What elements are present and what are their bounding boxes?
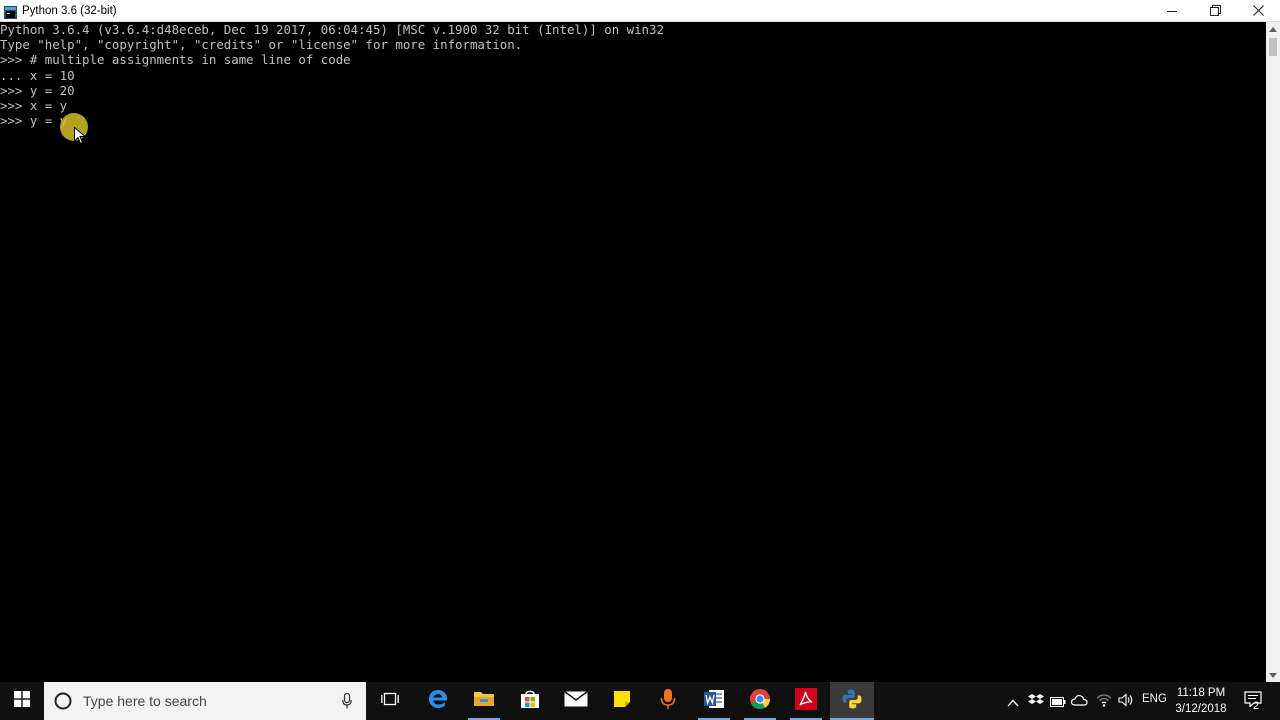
scrollbar-thumb[interactable] bbox=[1269, 38, 1277, 56]
cortana-circle-icon bbox=[54, 692, 72, 714]
python-taskbar-button[interactable] bbox=[830, 682, 874, 720]
clock-date: 3/12/2018 bbox=[1175, 703, 1227, 715]
console-line: >>> y = 20 bbox=[0, 82, 75, 98]
window-title-bar[interactable]: Python 3.6 (32-bit) bbox=[0, 0, 1280, 22]
wifi-icon bbox=[1096, 692, 1112, 711]
chevron-up-icon bbox=[1007, 692, 1019, 711]
scroll-up-arrow-icon[interactable] bbox=[1266, 22, 1280, 36]
tray-app-icon-button[interactable] bbox=[1026, 682, 1046, 720]
clock-time: 11:18 PM bbox=[1176, 687, 1226, 699]
onedrive-sync-icon bbox=[1070, 692, 1089, 711]
chrome-taskbar-button[interactable] bbox=[738, 682, 782, 720]
word-taskbar-button[interactable] bbox=[692, 682, 736, 720]
chrome-icon bbox=[749, 688, 771, 714]
network-button[interactable] bbox=[1094, 682, 1114, 720]
minimize-button[interactable] bbox=[1150, 0, 1194, 21]
console-line: Python 3.6.4 (v3.6.4:d48eceb, Dec 19 201… bbox=[0, 22, 664, 37]
volume-icon bbox=[1118, 692, 1134, 711]
edge-taskbar-button[interactable] bbox=[416, 682, 460, 720]
store-taskbar-button[interactable] bbox=[508, 682, 552, 720]
taskbar-search-box[interactable]: Type here to search bbox=[44, 682, 366, 720]
python-icon bbox=[841, 688, 863, 714]
taskbar: Type here to search ENG 11:18 PM 3/12/20… bbox=[0, 682, 1280, 720]
file-explorer-taskbar-button[interactable] bbox=[462, 682, 506, 720]
edge-icon bbox=[427, 688, 449, 714]
store-icon bbox=[519, 688, 541, 714]
window-title: Python 3.6 (32-bit) bbox=[22, 5, 117, 17]
dropbox-icon bbox=[1028, 692, 1044, 711]
notification-count-badge: 2 bbox=[1253, 700, 1260, 712]
onedrive-button[interactable] bbox=[1070, 682, 1090, 720]
close-button[interactable] bbox=[1236, 0, 1280, 21]
console-line: >>> x = y bbox=[0, 97, 68, 113]
minimize-icon bbox=[1167, 6, 1177, 16]
mouse-pointer-icon bbox=[74, 126, 87, 149]
sticky-notes-icon bbox=[613, 690, 631, 712]
console-text: Python 3.6.4 (v3.6.4:d48eceb, Dec 19 201… bbox=[0, 22, 1266, 128]
taskbar-clock[interactable]: 11:18 PM 3/12/2018 bbox=[1170, 685, 1232, 717]
search-placeholder: Type here to search bbox=[83, 693, 207, 709]
console-line: >>> # multiple assignments in same line … bbox=[0, 52, 351, 68]
vertical-scrollbar[interactable] bbox=[1266, 22, 1280, 682]
file-explorer-icon bbox=[473, 690, 495, 712]
console-line: >>> y = y bbox=[0, 113, 68, 129]
sticky-notes-taskbar-button[interactable] bbox=[600, 682, 644, 720]
acrobat-taskbar-button[interactable] bbox=[784, 682, 828, 720]
recorder-icon bbox=[660, 688, 676, 714]
windows-logo-icon bbox=[14, 691, 30, 711]
restore-button[interactable] bbox=[1193, 0, 1237, 21]
microphone-icon[interactable] bbox=[342, 692, 352, 713]
python-app-icon bbox=[4, 4, 17, 19]
mail-taskbar-button[interactable] bbox=[554, 682, 598, 720]
mail-icon bbox=[564, 690, 588, 711]
show-desktop-button[interactable] bbox=[1272, 682, 1280, 720]
input-language-indicator[interactable]: ENG bbox=[1142, 693, 1167, 705]
battery-button[interactable] bbox=[1048, 682, 1068, 720]
volume-button[interactable] bbox=[1116, 682, 1136, 720]
console-line: Type "help", "copyright", "credits" or "… bbox=[0, 37, 523, 53]
recorder-taskbar-button[interactable] bbox=[646, 682, 690, 720]
task-view-icon bbox=[381, 691, 399, 711]
show-hidden-icons-button[interactable] bbox=[1004, 682, 1022, 720]
restore-icon bbox=[1209, 5, 1221, 16]
close-icon bbox=[1252, 5, 1264, 16]
console-line: ... x = 10 bbox=[0, 67, 75, 83]
task-view-button[interactable] bbox=[368, 682, 412, 720]
acrobat-icon bbox=[795, 688, 817, 714]
battery-icon bbox=[1050, 692, 1066, 711]
console-output[interactable]: Python 3.6.4 (v3.6.4:d48eceb, Dec 19 201… bbox=[0, 22, 1266, 682]
word-icon bbox=[703, 689, 725, 713]
scroll-down-arrow-icon[interactable] bbox=[1266, 668, 1280, 682]
start-button[interactable] bbox=[0, 682, 44, 720]
